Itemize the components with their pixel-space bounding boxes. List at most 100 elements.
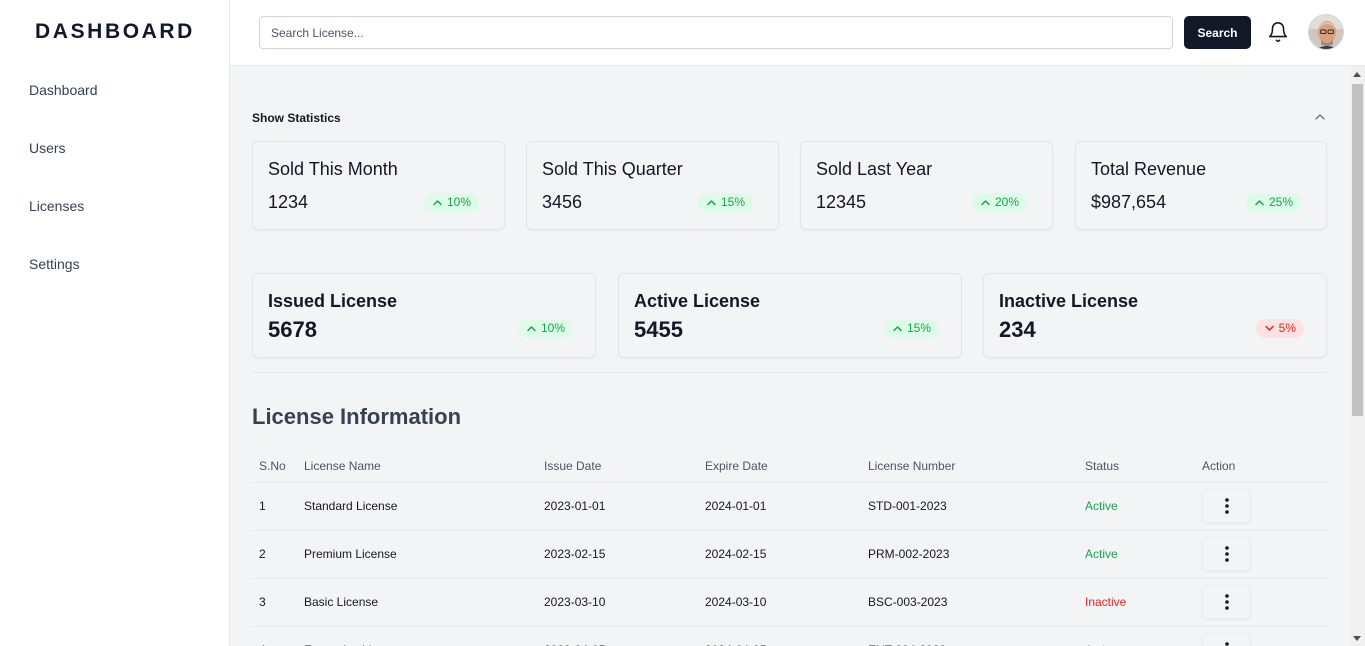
cell-sno: 2: [252, 530, 297, 579]
cell-license-name: Standard License: [297, 482, 537, 531]
cell-license-name: Enterprise License: [297, 626, 537, 646]
scroll-down-arrow-icon[interactable]: [1353, 636, 1361, 641]
trend-badge: 5%: [1255, 319, 1304, 338]
scroll-up-arrow-icon[interactable]: [1353, 72, 1361, 77]
cell-expire-date: 2024-04-05: [698, 626, 861, 646]
trend-badge-label: 15%: [906, 321, 931, 335]
stat-card-sold-this-month: Sold This Month 1234 10%: [252, 141, 505, 230]
cell-expire-date: 2024-03-10: [698, 578, 861, 627]
stat-card-inactive-license: Inactive License 234 5%: [983, 273, 1327, 358]
stat-card-sold-this-quarter: Sold This Quarter 3456 15%: [526, 141, 779, 230]
cell-license-name: Premium License: [297, 530, 537, 579]
trend-badge: 25%: [1245, 193, 1301, 212]
column-header-expire-date: Expire Date: [698, 451, 861, 483]
search-input[interactable]: [259, 16, 1173, 49]
stat-card-title: Total Revenue: [1091, 159, 1207, 179]
trend-badge: 15%: [883, 319, 939, 338]
sidebar-item-users[interactable]: Users: [29, 136, 98, 160]
stat-card-value: 3456: [542, 192, 583, 212]
row-action-button[interactable]: [1202, 489, 1251, 523]
cell-status: Inactive: [1078, 578, 1195, 627]
stat-card-title: Sold This Quarter: [542, 159, 683, 179]
arrow-up-icon: [433, 200, 442, 206]
stat-card-value: 12345: [816, 192, 867, 212]
table-row: 1 Standard License 2023-01-01 2024-01-01…: [252, 482, 1327, 531]
sidebar-item-dashboard[interactable]: Dashboard: [29, 78, 98, 102]
cell-status: Active: [1078, 482, 1195, 531]
cell-issue-date: 2023-04-05: [537, 626, 698, 646]
trend-badge-label: 25%: [1268, 195, 1293, 209]
table-row: 2 Premium License 2023-02-15 2024-02-15 …: [252, 530, 1327, 579]
cell-license-number: BSC-003-2023: [861, 578, 1078, 627]
trend-badge-label: 20%: [994, 195, 1019, 209]
cell-sno: 1: [252, 482, 297, 531]
table-row: 3 Basic License 2023-03-10 2024-03-10 BS…: [252, 578, 1327, 627]
brand-logo: DASHBOARD: [35, 20, 195, 43]
sidebar-nav: Dashboard Users Licenses Settings: [29, 78, 98, 310]
stat-card-title: Issued License: [268, 291, 398, 311]
scrollbar-thumb[interactable]: [1352, 84, 1363, 416]
cell-status: Active: [1078, 626, 1195, 646]
column-header-status: Status: [1078, 451, 1195, 483]
stat-card-title: Active License: [634, 291, 761, 311]
cell-status: Active: [1078, 530, 1195, 579]
page-scrollbar[interactable]: [1350, 66, 1365, 646]
trend-badge-label: 10%: [540, 321, 565, 335]
more-vertical-icon: [1224, 498, 1229, 514]
cell-action: [1195, 482, 1327, 531]
sidebar-item-licenses[interactable]: Licenses: [29, 194, 98, 218]
stat-card-value: 5455: [634, 317, 683, 342]
bell-icon[interactable]: [1267, 21, 1289, 43]
arrow-up-icon: [707, 200, 716, 206]
show-statistics-toggle[interactable]: Show Statistics: [252, 111, 341, 125]
license-table: S.No License Name Issue Date Expire Date…: [252, 451, 1327, 646]
stat-card-value: 234: [999, 317, 1036, 342]
stat-card-total-revenue: Total Revenue $987,654 25%: [1075, 141, 1327, 230]
arrow-up-icon: [1255, 200, 1264, 206]
more-vertical-icon: [1224, 642, 1229, 646]
trend-badge-label: 15%: [720, 195, 745, 209]
cell-sno: 4: [252, 626, 297, 646]
arrow-up-icon: [527, 326, 536, 332]
cell-issue-date: 2023-02-15: [537, 530, 698, 579]
cell-expire-date: 2024-02-15: [698, 530, 861, 579]
trend-badge: 20%: [971, 193, 1027, 212]
search-button[interactable]: Search: [1184, 16, 1251, 49]
cell-action: [1195, 530, 1327, 579]
stat-card-sold-last-year: Sold Last Year 12345 20%: [800, 141, 1053, 230]
column-header-sno: S.No: [252, 451, 297, 483]
cell-issue-date: 2023-03-10: [537, 578, 698, 627]
top-header: Search: [230, 0, 1365, 66]
arrow-up-icon: [893, 326, 902, 332]
row-action-button[interactable]: [1202, 537, 1251, 571]
cell-issue-date: 2023-01-01: [537, 482, 698, 531]
chevron-up-icon[interactable]: [1314, 113, 1326, 121]
section-title-license-information: License Information: [252, 404, 462, 429]
column-header-issue-date: Issue Date: [537, 451, 698, 483]
section-divider: [252, 372, 1327, 373]
stat-card-value: 5678: [268, 317, 317, 342]
trend-badge-label: 5%: [1278, 321, 1296, 335]
table-header-row: S.No License Name Issue Date Expire Date…: [252, 451, 1327, 483]
trend-badge: 15%: [697, 193, 753, 212]
main-content: Show Statistics Sold This Month 1234 10%…: [230, 66, 1350, 646]
trend-badge: 10%: [423, 193, 479, 212]
cell-license-name: Basic License: [297, 578, 537, 627]
stat-card-issued-license: Issued License 5678 10%: [252, 273, 596, 358]
table-row: 4 Enterprise License 2023-04-05 2024-04-…: [252, 626, 1327, 646]
column-header-action: Action: [1195, 451, 1327, 483]
cell-action: [1195, 578, 1327, 627]
user-avatar[interactable]: [1308, 14, 1344, 50]
column-header-license-name: License Name: [297, 451, 537, 483]
trend-badge-label: 10%: [446, 195, 471, 209]
arrow-down-icon: [1264, 325, 1274, 331]
stat-card-title: Sold This Month: [268, 159, 398, 179]
sidebar: DASHBOARD Dashboard Users Licenses Setti…: [0, 0, 230, 646]
cell-expire-date: 2024-01-01: [698, 482, 861, 531]
column-header-license-number: License Number: [861, 451, 1078, 483]
row-action-button[interactable]: [1202, 585, 1251, 619]
sidebar-item-settings[interactable]: Settings: [29, 252, 98, 276]
arrow-up-icon: [981, 200, 990, 206]
row-action-button[interactable]: [1202, 633, 1251, 646]
more-vertical-icon: [1224, 594, 1229, 610]
